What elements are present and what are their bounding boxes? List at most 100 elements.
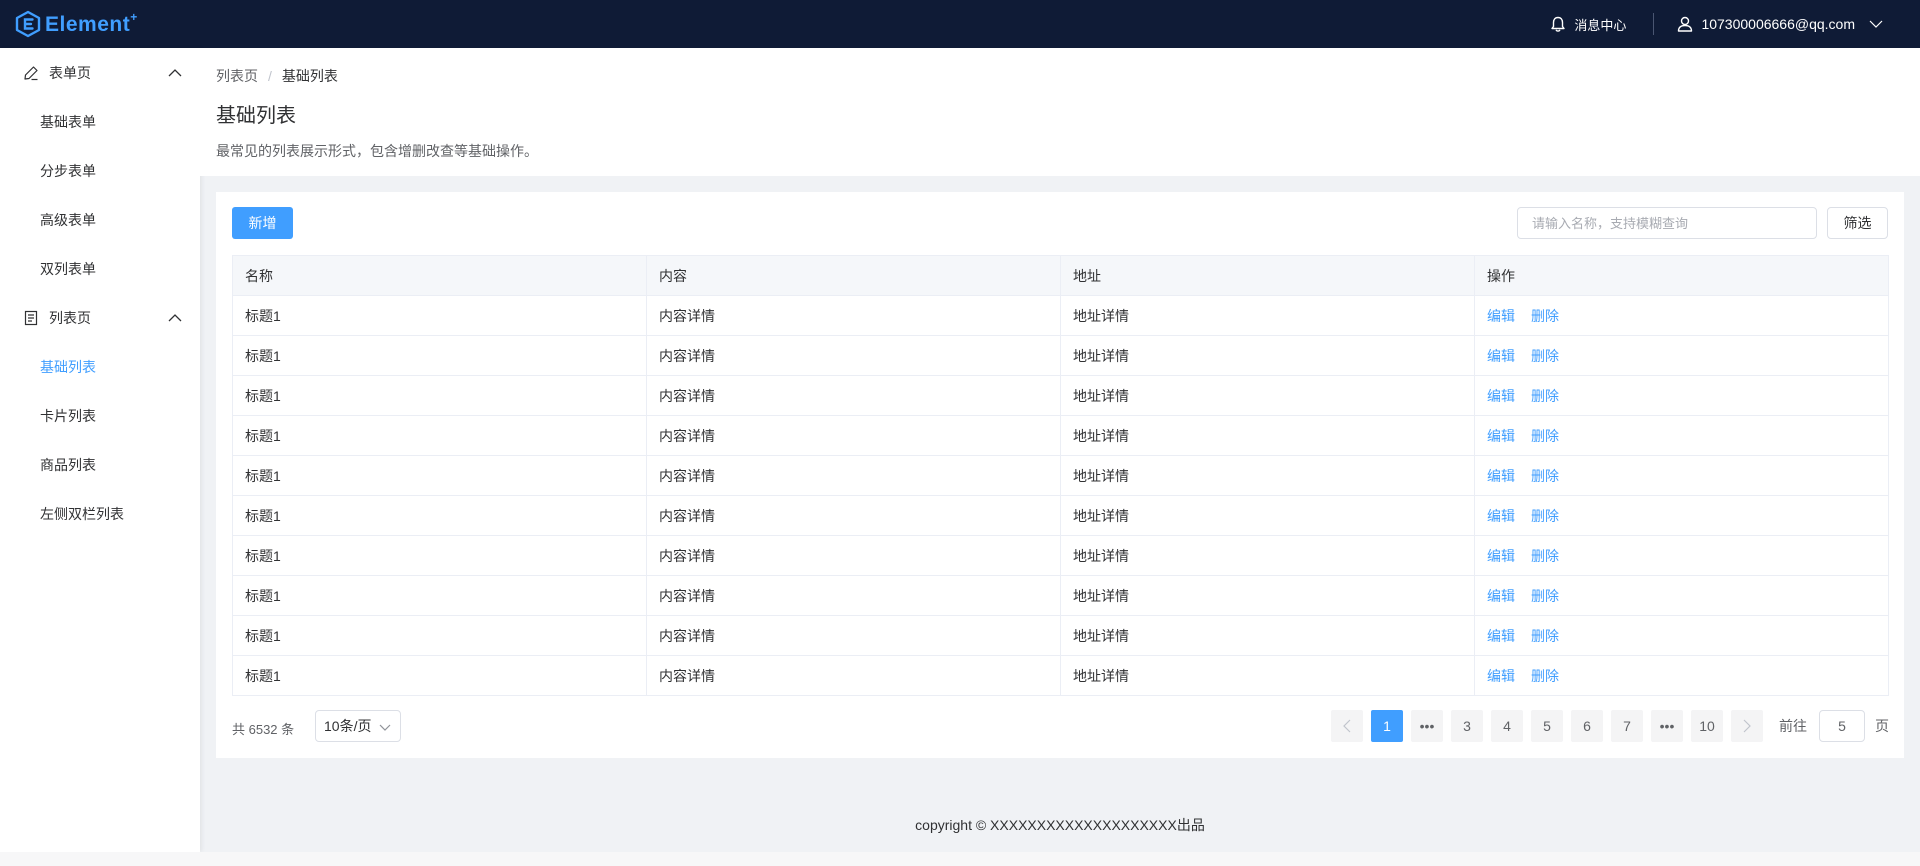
list-card: 新增 筛选 名称 内容 地址 操作 标题1内容详情地址详情编辑删除标题1内容详情…: [216, 192, 1904, 758]
sidebar-item-product-list[interactable]: 商品列表: [0, 440, 200, 489]
page-number-button[interactable]: 6: [1571, 710, 1603, 742]
cell-content: 内容详情: [646, 415, 1061, 456]
page-title: 基础列表: [216, 105, 296, 127]
user-menu[interactable]: 107300006666@qq.com: [1677, 16, 1883, 32]
cell-address: 地址详情: [1060, 615, 1475, 656]
sidebar-item-two-column-form[interactable]: 双列表单: [0, 244, 200, 293]
cell-content: 内容详情: [646, 575, 1061, 616]
cell-address: 地址详情: [1060, 295, 1475, 336]
cell-name: 标题1: [232, 655, 647, 696]
brand-logo[interactable]: Element+: [15, 10, 138, 38]
column-header-address: 地址: [1060, 255, 1475, 296]
data-table: 名称 内容 地址 操作 标题1 内容详情 地址详情 编辑 删除 标题1 内容详情 地址详情 编辑…: [232, 255, 1889, 696]
prev-page-button[interactable]: [1331, 710, 1363, 742]
edit-link[interactable]: 编辑: [1487, 468, 1515, 484]
cell-name: 标题1: [232, 455, 647, 496]
edit-link[interactable]: 编辑: [1487, 388, 1515, 404]
edit-link[interactable]: 编辑: [1487, 588, 1515, 604]
edit-link[interactable]: 编辑: [1487, 428, 1515, 444]
column-header-actions: 操作: [1474, 255, 1889, 296]
page-number-button[interactable]: 4: [1491, 710, 1523, 742]
delete-link[interactable]: 删除: [1531, 308, 1559, 324]
table-row: 标题1 内容详情 地址详情 编辑 删除: [232, 335, 1889, 376]
table-row: 标题1 内容详情 地址详情 编辑 删除: [232, 575, 1889, 616]
cell-actions: 编辑 删除: [1474, 655, 1889, 696]
page-size-value: 10条/页: [324, 718, 372, 734]
cell-address: 地址详情: [1060, 575, 1475, 616]
edit-link[interactable]: 编辑: [1487, 628, 1515, 644]
cell-actions: 编辑 删除: [1474, 535, 1889, 576]
edit-link[interactable]: 编辑: [1487, 348, 1515, 364]
delete-link[interactable]: 删除: [1531, 468, 1559, 484]
table-row: 标题1 内容详情 地址详情 编辑 删除: [232, 615, 1889, 656]
cell-name: 标题1: [232, 335, 647, 376]
breadcrumb-item-list-page[interactable]: 列表页: [216, 66, 258, 86]
edit-link[interactable]: 编辑: [1487, 308, 1515, 324]
sidebar-item-card-list[interactable]: 卡片列表: [0, 391, 200, 440]
delete-link[interactable]: 删除: [1531, 508, 1559, 524]
element-logo-icon: [15, 10, 41, 38]
page-number-button[interactable]: 7: [1611, 710, 1643, 742]
cell-actions: 编辑 删除: [1474, 495, 1889, 536]
cell-name: 标题1: [232, 575, 647, 616]
brand-name: Element+: [45, 9, 138, 36]
cell-actions: 编辑 删除: [1474, 295, 1889, 336]
sidebar-group-label: 表单页: [49, 64, 91, 81]
page-ellipsis-button[interactable]: •••: [1651, 710, 1683, 742]
cell-content: 内容详情: [646, 615, 1061, 656]
sidebar-item-basic-list[interactable]: 基础列表: [0, 342, 200, 391]
column-header-name: 名称: [232, 255, 647, 296]
cell-address: 地址详情: [1060, 375, 1475, 416]
goto-page-input[interactable]: [1819, 710, 1865, 742]
sidebar-item-step-form[interactable]: 分步表单: [0, 146, 200, 195]
sidebar-item-advanced-form[interactable]: 高级表单: [0, 195, 200, 244]
delete-link[interactable]: 删除: [1531, 588, 1559, 604]
page-number-button[interactable]: 5: [1531, 710, 1563, 742]
page-number-button[interactable]: 3: [1451, 710, 1483, 742]
cell-name: 标题1: [232, 495, 647, 536]
cell-content: 内容详情: [646, 335, 1061, 376]
delete-link[interactable]: 删除: [1531, 628, 1559, 644]
chevron-right-icon: [1743, 719, 1751, 733]
page-ellipsis-button[interactable]: •••: [1411, 710, 1443, 742]
page-jumper: 前往 页: [1779, 710, 1889, 742]
edit-link[interactable]: 编辑: [1487, 508, 1515, 524]
delete-link[interactable]: 删除: [1531, 428, 1559, 444]
add-button[interactable]: 新增: [232, 207, 293, 239]
page-number-button[interactable]: 10: [1691, 710, 1723, 742]
table-header-row: 名称 内容 地址 操作: [232, 255, 1889, 296]
search-input[interactable]: [1517, 207, 1817, 239]
page-number-button[interactable]: 1: [1371, 710, 1403, 742]
cell-address: 地址详情: [1060, 655, 1475, 696]
cell-actions: 编辑 删除: [1474, 415, 1889, 456]
table-row: 标题1 内容详情 地址详情 编辑 删除: [232, 295, 1889, 336]
sidebar-item-basic-form[interactable]: 基础表单: [0, 97, 200, 146]
delete-link[interactable]: 删除: [1531, 348, 1559, 364]
edit-link[interactable]: 编辑: [1487, 668, 1515, 684]
delete-link[interactable]: 删除: [1531, 668, 1559, 684]
page-size-select[interactable]: 10条/页: [315, 710, 401, 742]
sidebar-group-label: 列表页: [49, 309, 91, 326]
delete-link[interactable]: 删除: [1531, 548, 1559, 564]
table-row: 标题1 内容详情 地址详情 编辑 删除: [232, 535, 1889, 576]
cell-actions: 编辑 删除: [1474, 335, 1889, 376]
cell-name: 标题1: [232, 415, 647, 456]
sidebar-group-list[interactable]: 列表页: [0, 293, 200, 342]
sidebar-group-form[interactable]: 表单页: [0, 48, 200, 97]
chevron-left-icon: [1343, 719, 1351, 733]
next-page-button[interactable]: [1731, 710, 1763, 742]
top-header: Element+ 消息中心 107300006666@qq.com: [0, 0, 1920, 48]
message-center-button[interactable]: 消息中心: [1550, 15, 1626, 34]
delete-link[interactable]: 删除: [1531, 388, 1559, 404]
pagination-total: 共 6532 条: [232, 722, 295, 737]
sidebar: 表单页 基础表单 分步表单 高级表单 双列表单 列表页 基础列表 卡片列表 商品…: [0, 48, 200, 852]
cell-address: 地址详情: [1060, 455, 1475, 496]
edit-link[interactable]: 编辑: [1487, 548, 1515, 564]
cell-actions: 编辑 删除: [1474, 575, 1889, 616]
cell-address: 地址详情: [1060, 535, 1475, 576]
sidebar-item-split-list[interactable]: 左侧双栏列表: [0, 489, 200, 538]
chevron-down-icon: [379, 724, 391, 731]
cell-address: 地址详情: [1060, 495, 1475, 536]
filter-button[interactable]: 筛选: [1827, 207, 1888, 239]
table-row: 标题1 内容详情 地址详情 编辑 删除: [232, 415, 1889, 456]
